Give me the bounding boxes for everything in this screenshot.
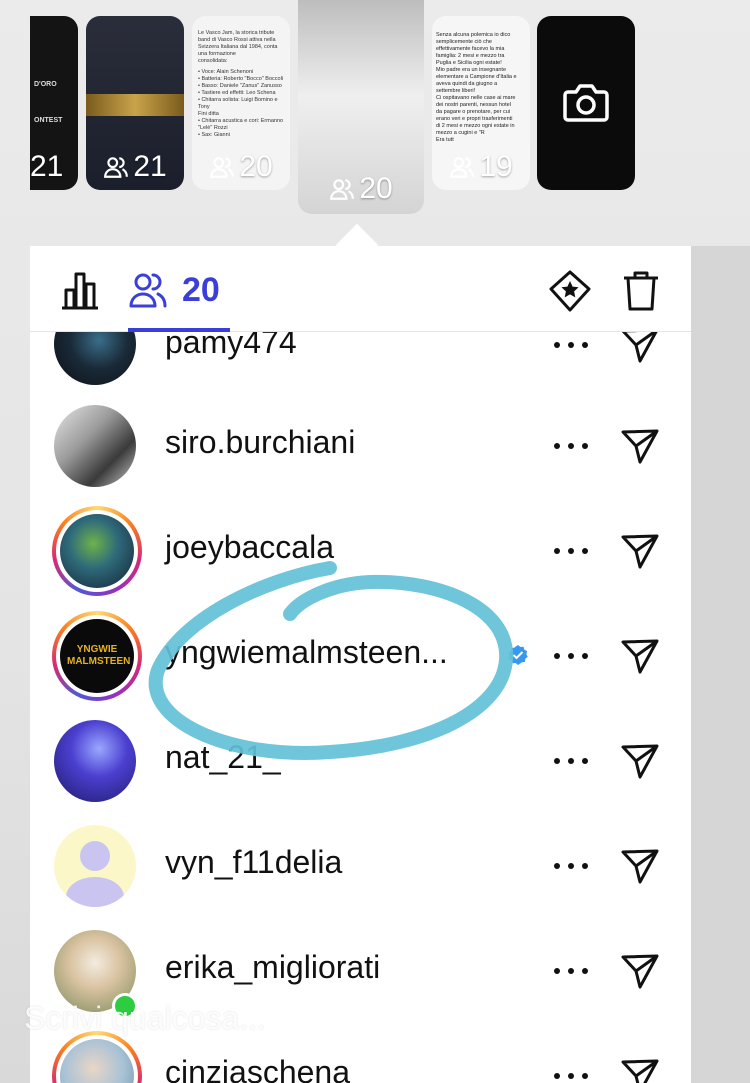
- story-thumbnail-2[interactable]: 21: [86, 16, 184, 190]
- doc-line: una formazione: [198, 51, 236, 57]
- more-options-button[interactable]: [554, 441, 588, 451]
- story-count-label: 20: [359, 172, 393, 205]
- viewers-icon: [210, 157, 235, 178]
- story-document-text: Le Vasco Jam, la storica tribute band di…: [198, 30, 284, 139]
- story-ring: [52, 506, 142, 596]
- doc-line: Era tutt: [436, 137, 454, 143]
- doc-line: settembre liberi!: [436, 88, 476, 94]
- avatar[interactable]: [54, 405, 136, 487]
- username[interactable]: vyn_f11delia: [165, 844, 342, 881]
- doc-line: • Chitarra solista: Luigi Bomino e Tony: [198, 97, 278, 110]
- avatar-logo-text: YNGWIE MALMSTEEN: [67, 644, 131, 667]
- doc-line: mezzo a cugini e "R: [436, 130, 485, 136]
- story-thumbnail-text: ONTEST: [34, 117, 63, 124]
- doc-line: di 2 mesi e mezzo ogni estate in: [436, 123, 515, 129]
- send-icon[interactable]: [620, 951, 660, 991]
- story-view-count: 20: [192, 150, 290, 184]
- story-ring: [52, 1031, 142, 1083]
- send-icon[interactable]: [620, 426, 660, 466]
- doc-line: dei nostri parenti, nessun hotel: [436, 102, 511, 108]
- viewers-icon: [129, 273, 167, 308]
- viewers-icon: [450, 157, 475, 178]
- list-item[interactable]: siro.burchiani: [30, 398, 691, 498]
- story-thumbnail-3[interactable]: Le Vasco Jam, la storica tribute band di…: [192, 16, 290, 190]
- more-options-button[interactable]: [554, 861, 588, 871]
- send-icon[interactable]: [620, 1056, 660, 1083]
- doc-line: elementare a Campione d'Italia e: [436, 74, 517, 80]
- story-thumbnail-1[interactable]: D'ORO ONTEST 21: [30, 16, 78, 190]
- doc-line: consolidata:: [198, 58, 228, 64]
- username[interactable]: siro.burchiani: [165, 424, 355, 461]
- doc-line: • Tastiere ed effetti: Leo Schena: [198, 90, 276, 96]
- story-thumbnail-5[interactable]: Senza alcuna polemica io dico sempliceme…: [432, 16, 530, 190]
- doc-line: • Sax: Gianni: [198, 132, 230, 138]
- tab-viewers[interactable]: 20: [128, 270, 220, 322]
- story-count-label: 20: [239, 150, 273, 183]
- viewers-toolbar: 20: [30, 246, 691, 332]
- send-icon[interactable]: [620, 531, 660, 571]
- username[interactable]: cinziaschena: [165, 1054, 350, 1083]
- story-view-count: 19: [432, 150, 530, 184]
- doc-line: Le Vasco Jam, la storica tribute: [198, 30, 275, 36]
- avatar[interactable]: YNGWIE MALMSTEEN: [60, 619, 134, 693]
- story-view-count: 20: [298, 172, 424, 206]
- tab-underline: [128, 328, 230, 332]
- doc-line: Svizzera Italiana dal 1984, conta: [198, 44, 278, 50]
- more-options-button[interactable]: [554, 340, 588, 350]
- doc-line: semplicemente ciò che: [436, 39, 492, 45]
- doc-line: • Chitarra acustica e cori: Ermanno: [198, 118, 284, 124]
- doc-line: • Voce: Alain Schenoni: [198, 69, 254, 75]
- avatar[interactable]: [54, 825, 136, 907]
- trash-icon[interactable]: [622, 270, 660, 312]
- camera-icon: [563, 84, 609, 122]
- story-view-count: 21: [30, 150, 78, 184]
- page-edge: [690, 246, 750, 1083]
- avatar[interactable]: [60, 514, 134, 588]
- story-ring: YNGWIE MALMSTEEN: [52, 611, 142, 701]
- username[interactable]: erika_migliorati: [165, 949, 380, 986]
- send-icon[interactable]: [620, 636, 660, 676]
- story-document-text: Senza alcuna polemica io dico sempliceme…: [436, 32, 526, 144]
- doc-line: da pagare o prenotare, per cui: [436, 109, 510, 115]
- doc-line: famiglia: 2 mesi e mezzo tra: [436, 53, 505, 59]
- story-thumbnail-text: D'ORO: [34, 81, 57, 88]
- story-count-label: 21: [133, 150, 167, 183]
- doc-line: band di Vasco Rossi attiva nella: [198, 37, 276, 43]
- story-count-label: 19: [479, 150, 513, 183]
- list-item[interactable]: vyn_f11delia: [30, 818, 691, 918]
- more-options-button[interactable]: [554, 966, 588, 976]
- doc-line: aveva quindi da giugno a: [436, 81, 498, 87]
- highlight-icon[interactable]: [548, 269, 592, 313]
- viewers-count: 20: [182, 271, 220, 309]
- more-options-button[interactable]: [554, 756, 588, 766]
- send-icon[interactable]: [620, 741, 660, 781]
- doc-line: • Batteria: Roberto "Bocco" Boccoli: [198, 76, 284, 82]
- doc-line: erano veri e propri trasferimenti: [436, 116, 513, 122]
- avatar[interactable]: [54, 720, 136, 802]
- add-story-camera-button[interactable]: [537, 16, 635, 190]
- story-image-band: [86, 94, 184, 116]
- send-icon[interactable]: [620, 846, 660, 886]
- more-options-button[interactable]: [554, 1071, 588, 1081]
- doc-line: • Basso: Daniele "Zanus" Zanusso: [198, 83, 282, 89]
- viewers-icon: [330, 179, 355, 200]
- annotation-circle: [148, 561, 514, 760]
- more-options-button[interactable]: [554, 651, 588, 661]
- doc-line: Fini ditta: [198, 111, 219, 117]
- message-composer-input[interactable]: Scrivi qualcosa...: [24, 1000, 266, 1037]
- doc-line: Puglia e Sicilia ogni estate!: [436, 60, 502, 66]
- doc-line: Mio padre era un insegnante: [436, 67, 507, 73]
- more-options-button[interactable]: [554, 546, 588, 556]
- story-thumbnail-selected[interactable]: 20: [298, 0, 424, 214]
- doc-line: effettivamente facevo la mia: [436, 46, 505, 52]
- doc-line: "Lelè" Rozzi: [198, 125, 228, 131]
- bar-chart-icon[interactable]: [60, 270, 100, 310]
- doc-line: Ci ospitavano nelle case ai mare: [436, 95, 516, 101]
- viewers-icon: [104, 157, 129, 178]
- story-count-label: 21: [30, 150, 64, 183]
- story-view-count: 21: [86, 150, 184, 184]
- doc-line: Senza alcuna polemica io dico: [436, 32, 511, 38]
